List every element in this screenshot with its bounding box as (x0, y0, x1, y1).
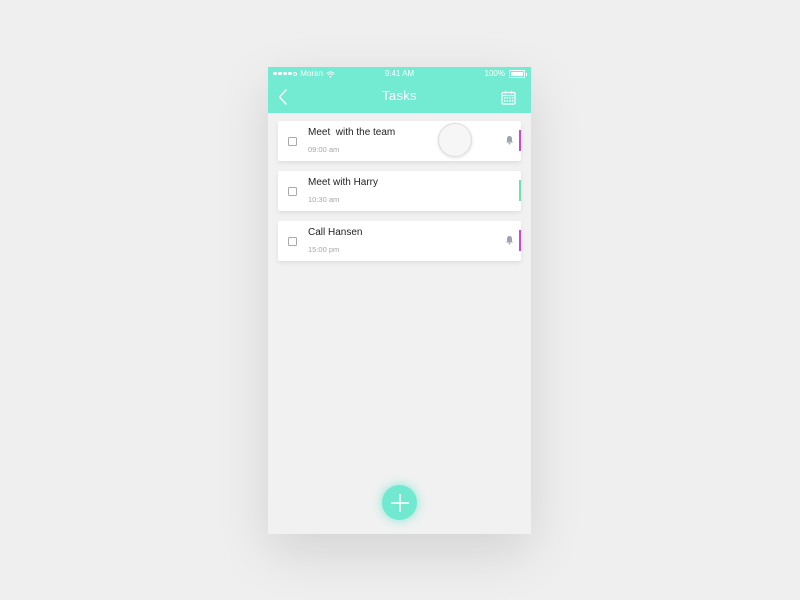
task-title: Meet with Harry (308, 177, 379, 188)
priority-tag (519, 180, 521, 201)
battery-percent: 100% (484, 69, 505, 78)
app-header: Moran 9:41 AM 100% Tasks (268, 67, 531, 113)
task-checkbox[interactable] (288, 137, 297, 146)
add-task-button[interactable] (382, 485, 417, 520)
plus-icon (390, 493, 409, 512)
touch-indicator (438, 123, 472, 157)
calendar-icon[interactable] (501, 90, 516, 105)
priority-tag (519, 130, 521, 151)
task-card[interactable]: Meet with the team 09:00 am (278, 121, 521, 161)
task-card[interactable]: Meet with Harry 10:30 am (278, 171, 521, 211)
task-title: Meet with the team (308, 127, 396, 138)
phone-screen: Moran 9:41 AM 100% Tasks Meet with the t… (268, 67, 531, 534)
page-title: Tasks (382, 88, 417, 103)
task-checkbox[interactable] (288, 187, 297, 196)
battery-icon (509, 70, 527, 78)
task-time: 10:30 am (308, 195, 340, 204)
task-time: 09:00 am (308, 145, 340, 154)
task-time: 15:00 pm (308, 245, 340, 254)
priority-tag (519, 230, 521, 251)
battery-fill (511, 72, 523, 76)
task-title: Call Hansen (308, 227, 363, 238)
task-card[interactable]: Call Hansen 15:00 pm (278, 221, 521, 261)
status-right: 100% (484, 67, 527, 81)
bell-icon[interactable] (505, 235, 514, 245)
status-bar: Moran 9:41 AM 100% (268, 67, 531, 81)
bell-icon[interactable] (505, 135, 514, 145)
task-checkbox[interactable] (288, 237, 297, 246)
